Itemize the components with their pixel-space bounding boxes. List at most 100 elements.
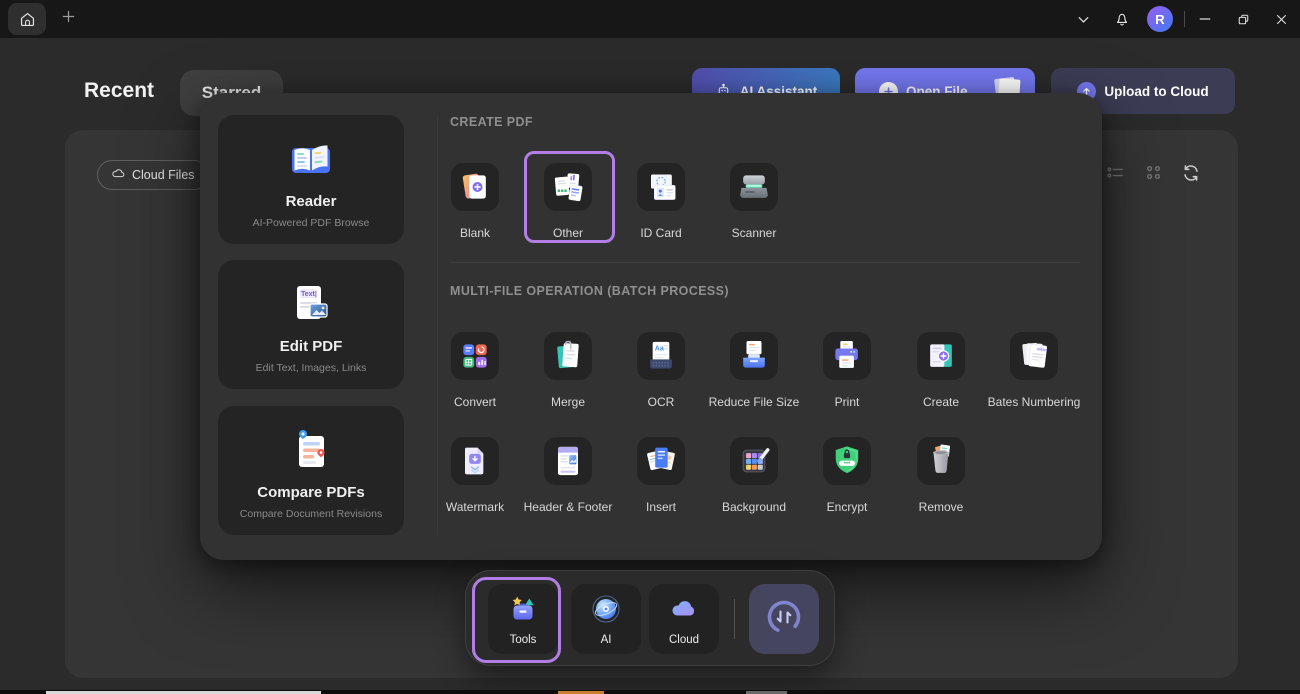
dock-ai-label: AI <box>601 634 612 646</box>
batch-item-label: Reduce File Size <box>704 395 804 409</box>
cloud-colored-icon <box>668 593 700 630</box>
notifications-button[interactable] <box>1112 9 1132 29</box>
plus-icon <box>60 8 77 30</box>
batch-item-label: Background <box>704 500 804 514</box>
sync-progress-icon <box>763 596 805 643</box>
refresh-button[interactable] <box>1179 163 1203 187</box>
batch-item-encrypt[interactable]: *** Encrypt <box>797 437 897 514</box>
ocr-icon-text: Aa <box>655 345 664 353</box>
batch-item-label: Remove <box>891 500 991 514</box>
batch-item-convert[interactable]: Convert <box>425 332 525 409</box>
grid-view-icon <box>1143 162 1164 188</box>
create-item-label: Blank <box>425 226 525 240</box>
encrypt-icon: *** <box>823 437 871 485</box>
section-divider <box>450 262 1080 263</box>
create-item-id-card[interactable]: ID Card <box>611 163 711 240</box>
avatar-initial: R <box>1155 12 1164 27</box>
dock-item-cloud[interactable]: Cloud <box>649 584 719 654</box>
tools-popup: Reader AI-Powered PDF Browse Text| Edit … <box>200 93 1102 560</box>
scanner-icon <box>730 163 778 211</box>
edit-pdf-subtitle: Edit Text, Images, Links <box>218 362 404 374</box>
batch-item-ocr[interactable]: Aa OCR <box>611 332 711 409</box>
batch-item-watermark[interactable]: Watermark <box>425 437 525 514</box>
insert-icon <box>637 437 685 485</box>
maximize-button[interactable] <box>1233 9 1253 29</box>
reduce-file-size-icon <box>730 332 778 380</box>
grid-view-button[interactable] <box>1141 163 1165 187</box>
create-item-label: Other <box>518 226 618 240</box>
batch-item-reduce-file-size[interactable]: Reduce File Size <box>704 332 804 409</box>
batch-item-create[interactable]: Create <box>891 332 991 409</box>
watermark-icon <box>451 437 499 485</box>
edit-pdf-icon-text: Text| <box>301 291 317 298</box>
compare-pdfs-subtitle: Compare Document Revisions <box>218 508 404 520</box>
ai-orb-icon <box>590 593 622 630</box>
encrypt-icon-text: *** <box>844 461 852 467</box>
create-item-blank[interactable]: Blank <box>425 163 525 240</box>
batch-item-label: Insert <box>611 500 711 514</box>
restore-icon <box>1233 9 1253 29</box>
batch-section-header: MULTI-FILE OPERATION (BATCH PROCESS) <box>450 284 729 298</box>
background-icon <box>730 437 778 485</box>
tab-recent[interactable]: Recent <box>84 79 154 103</box>
reader-subtitle: AI-Powered PDF Browse <box>218 217 404 229</box>
compare-pdfs-card[interactable]: Compare PDFs Compare Document Revisions <box>218 406 404 535</box>
titlebar-dropdown-button[interactable] <box>1073 9 1093 29</box>
batch-item-background[interactable]: Background <box>704 437 804 514</box>
dock-cloud-label: Cloud <box>669 634 699 646</box>
batch-item-label: Bates Numbering <box>984 395 1084 409</box>
minimize-button[interactable] <box>1195 9 1215 29</box>
cloud-files-label: Cloud Files <box>132 168 195 182</box>
dock-divider <box>734 599 735 639</box>
batch-item-remove[interactable]: Remove <box>891 437 991 514</box>
titlebar-divider <box>1184 11 1185 27</box>
new-tab-button[interactable] <box>58 9 78 29</box>
titlebar: R <box>0 0 1300 38</box>
batch-item-bates-numbering[interactable]: 000123 Bates Numbering <box>984 332 1084 409</box>
merge-icon <box>544 332 592 380</box>
batch-item-label: Header & Footer <box>518 500 618 514</box>
cloud-icon <box>111 166 126 184</box>
blank-icon <box>451 163 499 211</box>
refresh-icon <box>1180 162 1202 189</box>
home-icon <box>17 9 37 29</box>
home-tab[interactable] <box>8 3 46 35</box>
batch-item-header-footer[interactable]: Header & Footer <box>518 437 618 514</box>
id-card-icon <box>637 163 685 211</box>
batch-item-label: Merge <box>518 395 618 409</box>
convert-icon <box>451 332 499 380</box>
minimize-icon <box>1195 9 1215 29</box>
header-footer-icon <box>544 437 592 485</box>
batch-item-label: Create <box>891 395 991 409</box>
edit-pdf-icon: Text| <box>283 277 339 333</box>
batch-item-label: OCR <box>611 395 711 409</box>
compare-pdfs-icon <box>283 423 339 479</box>
batch-item-label: Encrypt <box>797 500 897 514</box>
list-view-button[interactable] <box>1103 163 1127 187</box>
dock-item-ai[interactable]: AI <box>571 584 641 654</box>
dock-item-tools[interactable]: Tools <box>488 584 558 654</box>
bell-icon <box>1112 9 1132 29</box>
cloud-files-button[interactable]: Cloud Files <box>97 160 209 190</box>
ocr-icon: Aa <box>637 332 685 380</box>
chevron-down-icon <box>1073 9 1093 29</box>
dock-sync-button[interactable] <box>749 584 819 654</box>
batch-item-print[interactable]: Print <box>797 332 897 409</box>
bates-numbering-icon: 000123 <box>1010 332 1058 380</box>
user-avatar[interactable]: R <box>1147 6 1173 32</box>
taskbar-edge <box>0 690 1300 694</box>
edit-pdf-title: Edit PDF <box>218 338 404 355</box>
tools-icon <box>507 593 539 630</box>
close-button[interactable] <box>1271 9 1291 29</box>
batch-item-merge[interactable]: Merge <box>518 332 618 409</box>
dock-tools-label: Tools <box>510 634 537 646</box>
create-item-other[interactable]: Other <box>518 163 618 240</box>
edit-pdf-card[interactable]: Text| Edit PDF Edit Text, Images, Links <box>218 260 404 389</box>
batch-item-insert[interactable]: Insert <box>611 437 711 514</box>
bottom-dock: Tools AI Cloud <box>465 570 835 666</box>
reader-book-icon <box>283 132 339 188</box>
create-item-label: Scanner <box>704 226 804 240</box>
create-item-scanner[interactable]: Scanner <box>704 163 804 240</box>
reader-card[interactable]: Reader AI-Powered PDF Browse <box>218 115 404 244</box>
batch-item-label: Watermark <box>425 500 525 514</box>
